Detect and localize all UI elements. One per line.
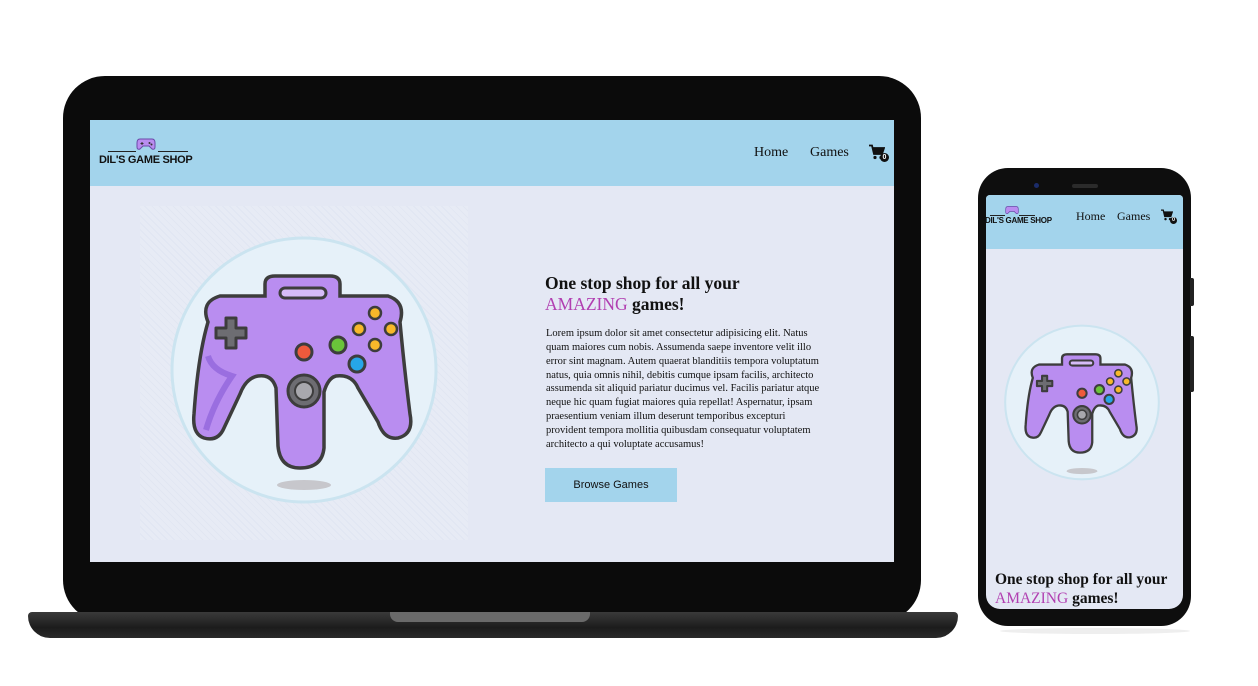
- heading-highlight: AMAZING: [545, 294, 628, 314]
- logo-text: DIL'S GAME SHOP: [986, 216, 1052, 225]
- heading-line1: One stop shop for all your: [545, 273, 740, 293]
- phone-side-button: [1190, 336, 1194, 392]
- phone-side-button: [1190, 278, 1194, 306]
- hero-heading: One stop shop for all your AMAZING games…: [545, 273, 815, 315]
- heading-highlight: AMAZING: [995, 589, 1069, 607]
- nav-home-link[interactable]: Home: [754, 145, 788, 161]
- site-logo[interactable]: DIL'S GAME SHOP: [99, 136, 209, 170]
- browse-games-button[interactable]: Browse Games: [545, 468, 677, 502]
- site-logo[interactable]: DIL'S GAME SHOP: [986, 205, 1052, 229]
- hero-image-panel: [140, 206, 468, 540]
- site-header: DIL'S GAME SHOP Home Games 0: [90, 120, 894, 186]
- cart-count-badge: 0: [1170, 217, 1177, 224]
- logo-text: DIL'S GAME SHOP: [99, 154, 193, 166]
- gamepad-logo-icon: [1005, 206, 1019, 215]
- heading-line1: One stop shop for all your: [995, 571, 1168, 588]
- controller-illustration: [170, 236, 438, 504]
- nav-games-link[interactable]: Games: [810, 145, 849, 161]
- hero-description: Lorem ipsum dolor sit amet consectetur a…: [546, 328, 820, 450]
- controller-illustration: [1004, 324, 1160, 481]
- laptop-screen: DIL'S GAME SHOP Home Games 0 One stop sh…: [90, 120, 894, 562]
- site-header: DIL'S GAME SHOP Home Games 0: [986, 195, 1183, 249]
- phone-shadow: [1000, 628, 1190, 634]
- hero-heading: One stop shop for all your AMAZING games…: [995, 571, 1181, 608]
- phone-speaker: [1072, 184, 1098, 188]
- cart-button[interactable]: 0: [1161, 209, 1177, 225]
- logo-rule-right: [158, 151, 188, 152]
- phone-camera: [1034, 183, 1039, 188]
- cart-button[interactable]: 0: [869, 144, 889, 164]
- heading-end: games!: [632, 294, 685, 314]
- cart-count-badge: 0: [880, 153, 889, 162]
- gamepad-logo-icon: [136, 138, 156, 150]
- nav-games-link[interactable]: Games: [1117, 209, 1150, 224]
- laptop-hinge: [390, 612, 590, 622]
- nav-home-link[interactable]: Home: [1076, 209, 1105, 224]
- heading-end: games!: [1072, 589, 1119, 607]
- logo-rule-left: [108, 151, 136, 152]
- phone-screen: DIL'S GAME SHOP Home Games 0 One stop sh…: [986, 195, 1183, 609]
